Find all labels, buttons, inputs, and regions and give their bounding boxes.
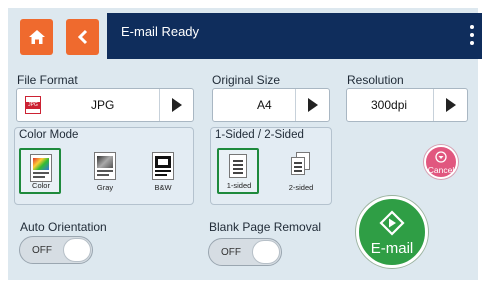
auto-orientation-state: OFF: [32, 245, 52, 256]
chevron-left-icon: [77, 29, 87, 45]
email-button[interactable]: E-mail: [356, 196, 428, 268]
two-sided-option[interactable]: 2-sided: [281, 148, 321, 194]
status-text: E-mail Ready: [121, 24, 200, 39]
file-format-label: File Format: [17, 73, 78, 87]
resolution-label: Resolution: [347, 73, 404, 87]
gray-option-label: Gray: [96, 183, 114, 192]
resolution-value: 300dpi: [371, 98, 408, 112]
arrow-right-icon: [307, 98, 318, 112]
file-format-select[interactable]: JPG JPG: [16, 88, 194, 122]
toggle-knob: [63, 238, 91, 262]
status-bar: E-mail Ready: [107, 13, 482, 59]
two-sided-pages-icon: [290, 152, 312, 180]
blank-page-removal-state: OFF: [221, 247, 241, 258]
email-label: E-mail: [370, 240, 414, 257]
resolution-select[interactable]: 300dpi: [346, 88, 468, 122]
auto-orientation-label: Auto Orientation: [20, 220, 107, 234]
color-document-icon: [30, 154, 52, 182]
original-size-select[interactable]: A4: [212, 88, 330, 122]
color-mode-bw-option[interactable]: B&W: [143, 148, 183, 194]
color-mode-gray-option[interactable]: Gray: [85, 148, 125, 194]
auto-orientation-toggle[interactable]: OFF: [19, 236, 93, 264]
one-sided-option[interactable]: 1-sided: [217, 148, 259, 194]
more-menu-icon[interactable]: [470, 25, 474, 49]
file-format-arrow[interactable]: [159, 89, 193, 121]
bw-document-icon: [152, 152, 174, 180]
stop-circle-icon: [435, 151, 447, 163]
two-sided-label: 2-sided: [288, 183, 314, 192]
start-diamond-icon: [379, 210, 405, 236]
blank-page-removal-label: Blank Page Removal: [209, 220, 322, 234]
blank-page-removal-toggle[interactable]: OFF: [208, 238, 282, 266]
original-size-value: A4: [257, 98, 272, 112]
toggle-knob: [252, 240, 280, 264]
sides-label: 1-Sided / 2-Sided: [215, 129, 304, 141]
color-mode-group: Color Mode Color Gray B&W: [14, 127, 194, 205]
color-mode-label: Color Mode: [19, 129, 79, 141]
file-format-value: JPG: [91, 98, 115, 112]
arrow-right-icon: [445, 98, 456, 112]
cancel-label: Cancel: [427, 165, 455, 175]
home-icon: [28, 30, 45, 44]
arrow-right-icon: [171, 98, 182, 112]
color-option-label: Color: [32, 181, 50, 190]
one-sided-label: 1-sided: [226, 181, 252, 190]
bw-option-label: B&W: [154, 183, 172, 192]
home-button[interactable]: [20, 19, 53, 55]
resolution-arrow[interactable]: [433, 89, 467, 121]
one-sided-page-icon: [229, 154, 247, 178]
jpg-file-badge: JPG: [25, 102, 41, 109]
back-button[interactable]: [66, 19, 99, 55]
gray-document-icon: [94, 152, 116, 180]
original-size-arrow[interactable]: [295, 89, 329, 121]
jpg-file-icon: JPG: [25, 96, 41, 114]
original-size-label: Original Size: [212, 73, 281, 87]
color-mode-color-option[interactable]: Color: [19, 148, 61, 194]
cancel-button[interactable]: Cancel: [424, 145, 458, 179]
sides-group: 1-Sided / 2-Sided 1-sided 2-sided: [210, 127, 332, 205]
